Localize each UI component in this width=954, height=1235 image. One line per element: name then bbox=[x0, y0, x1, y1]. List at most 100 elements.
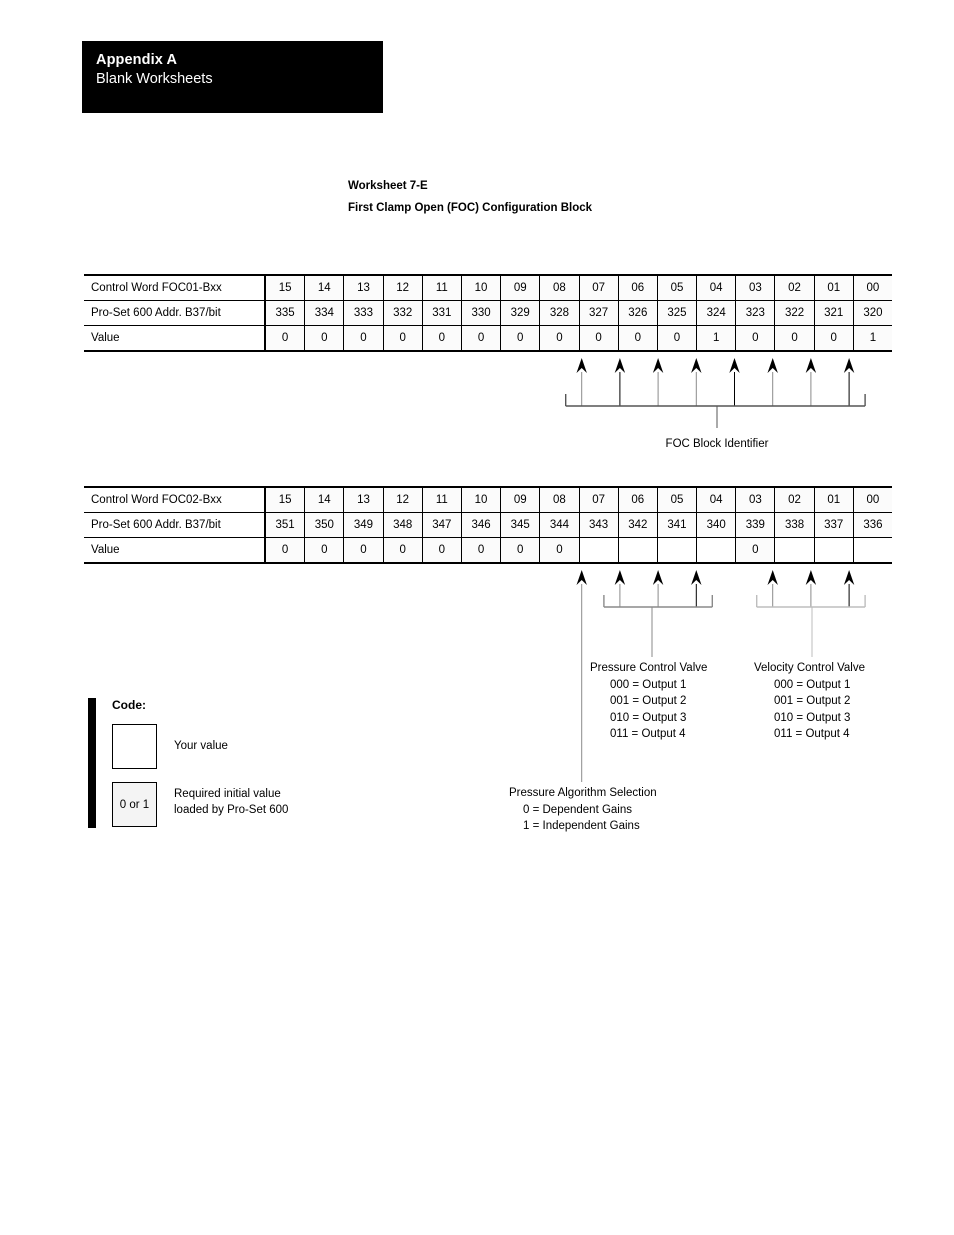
bit-cell: 08 bbox=[539, 274, 580, 301]
value-cell[interactable] bbox=[617, 537, 658, 564]
bit-cell: 04 bbox=[696, 486, 737, 513]
address-cell: 321 bbox=[813, 300, 854, 326]
row-label-control-word: Control Word FOC02-Bxx bbox=[84, 486, 266, 513]
value-cell[interactable]: 0 bbox=[500, 537, 541, 564]
value-cell[interactable]: 0 bbox=[539, 325, 580, 352]
address-cell: 337 bbox=[813, 512, 854, 538]
callout-pcv-option-0: 000 = Output 1 bbox=[610, 678, 687, 691]
value-cell[interactable]: 0 bbox=[813, 325, 854, 352]
value-cell[interactable]: 0 bbox=[264, 325, 306, 352]
appendix-subtitle: Blank Worksheets bbox=[96, 71, 213, 87]
table-row-value: Value 000000000 bbox=[84, 537, 892, 564]
value-cell[interactable]: 0 bbox=[382, 325, 423, 352]
address-cell: 348 bbox=[382, 512, 423, 538]
value-cell[interactable]: 0 bbox=[382, 537, 423, 564]
value-cell[interactable] bbox=[656, 537, 698, 564]
legend-your-value-box bbox=[112, 724, 157, 769]
bit-cell: 12 bbox=[382, 486, 423, 513]
bit-cell: 07 bbox=[578, 486, 619, 513]
address-cell: 344 bbox=[539, 512, 580, 538]
value-cell[interactable]: 0 bbox=[735, 537, 776, 564]
bit-cell: 13 bbox=[343, 274, 384, 301]
value-cell[interactable] bbox=[813, 537, 854, 564]
address-cell: 331 bbox=[421, 300, 462, 326]
value-cell[interactable]: 0 bbox=[421, 537, 462, 564]
legend-required-value-box: 0 or 1 bbox=[112, 782, 157, 827]
value-cell[interactable]: 0 bbox=[735, 325, 776, 352]
row-label-value: Value bbox=[84, 537, 266, 564]
value-cell[interactable]: 0 bbox=[500, 325, 541, 352]
value-cell[interactable] bbox=[578, 537, 619, 564]
value-cell[interactable] bbox=[696, 537, 737, 564]
value-cell[interactable]: 0 bbox=[343, 537, 384, 564]
callout-vcv-option-3: 011 = Output 4 bbox=[774, 728, 850, 740]
bit-cell: 09 bbox=[500, 274, 541, 301]
bit-cell: 01 bbox=[813, 486, 854, 513]
code-legend: Code: Your value 0 or 1 Required initial… bbox=[88, 698, 378, 828]
table-row-control-word: Control Word FOC02-Bxx 15 14 13 12 11 10 09 08 0… bbox=[84, 486, 892, 513]
callout-vcv-title: Velocity Control Valve bbox=[754, 662, 866, 674]
value-cell[interactable]: 0 bbox=[421, 325, 462, 352]
value-cell[interactable]: 0 bbox=[343, 325, 384, 352]
value-cell[interactable]: 0 bbox=[656, 325, 698, 352]
foc01-bit-table: Control Word FOC01-Bxx 15 14 13 12 11 10 09 08 0… bbox=[84, 274, 892, 352]
bit-cell: 00 bbox=[852, 274, 892, 301]
row-label-value: Value bbox=[84, 325, 266, 352]
table-row-address: Pro-Set 600 Addr. B37/bit 351 350 349 348 34… bbox=[84, 512, 892, 538]
callout-pas-option-1: 1 = Independent Gains bbox=[523, 820, 640, 832]
legend-accent-bar bbox=[88, 698, 96, 828]
bit-cell: 01 bbox=[813, 274, 854, 301]
bit-cell: 11 bbox=[421, 274, 462, 301]
bit-cell: 15 bbox=[264, 274, 306, 301]
table-row-control-word: Control Word FOC01-Bxx 15 14 13 12 11 10 09 08 0… bbox=[84, 274, 892, 301]
value-cell[interactable]: 0 bbox=[304, 325, 345, 352]
address-cell: 320 bbox=[852, 300, 892, 326]
value-cell[interactable] bbox=[852, 537, 892, 564]
bit-cell: 14 bbox=[304, 274, 345, 301]
bit-cell: 06 bbox=[617, 486, 658, 513]
address-cell: 324 bbox=[696, 300, 737, 326]
address-cell: 327 bbox=[578, 300, 619, 326]
foc02-bit-table: Control Word FOC02-Bxx 15 14 13 12 11 10 09 08 0… bbox=[84, 486, 892, 564]
address-cell: 349 bbox=[343, 512, 384, 538]
bit-cell: 08 bbox=[539, 486, 580, 513]
address-cell: 338 bbox=[774, 512, 815, 538]
value-cell[interactable]: 0 bbox=[460, 325, 502, 352]
row-label-address: Pro-Set 600 Addr. B37/bit bbox=[84, 300, 266, 326]
value-cell[interactable]: 0 bbox=[264, 537, 306, 564]
bit-cell: 06 bbox=[617, 274, 658, 301]
legend-required-line2: loaded by Pro-Set 600 bbox=[174, 804, 289, 816]
value-cell[interactable] bbox=[774, 537, 815, 564]
address-cell: 336 bbox=[852, 512, 892, 538]
bit-cell: 02 bbox=[774, 486, 815, 513]
bit-cell: 04 bbox=[696, 274, 737, 301]
bit-cell: 07 bbox=[578, 274, 619, 301]
address-cell: 350 bbox=[304, 512, 345, 538]
address-cell: 346 bbox=[460, 512, 502, 538]
address-cell: 341 bbox=[656, 512, 698, 538]
value-cell[interactable]: 0 bbox=[304, 537, 345, 564]
value-cell[interactable]: 1 bbox=[696, 325, 737, 352]
address-cell: 323 bbox=[735, 300, 776, 326]
worksheet-name: First Clamp Open (FOC) Configuration Blo… bbox=[348, 202, 593, 214]
bit-cell: 10 bbox=[460, 274, 502, 301]
address-cell: 342 bbox=[617, 512, 658, 538]
value-cell[interactable]: 0 bbox=[578, 325, 619, 352]
value-cell[interactable]: 0 bbox=[539, 537, 580, 564]
value-cell[interactable]: 0 bbox=[774, 325, 815, 352]
callout-foc-block-identifier: FOC Block Identifier bbox=[665, 438, 769, 450]
callout-pcv-option-1: 001 = Output 2 bbox=[610, 695, 687, 707]
value-cell[interactable]: 0 bbox=[460, 537, 502, 564]
bit-cell: 09 bbox=[500, 486, 541, 513]
callout-pcv-option-2: 010 = Output 3 bbox=[610, 711, 687, 724]
worksheet-number: Worksheet 7-E bbox=[348, 180, 428, 192]
address-cell: 347 bbox=[421, 512, 462, 538]
bit-cell: 14 bbox=[304, 486, 345, 513]
address-cell: 330 bbox=[460, 300, 502, 326]
value-cell[interactable]: 1 bbox=[852, 325, 892, 352]
bit-cell: 13 bbox=[343, 486, 384, 513]
callout-vcv-option-1: 001 = Output 2 bbox=[774, 695, 851, 707]
address-cell: 322 bbox=[774, 300, 815, 326]
value-cell[interactable]: 0 bbox=[617, 325, 658, 352]
bit-cell: 00 bbox=[852, 486, 892, 513]
